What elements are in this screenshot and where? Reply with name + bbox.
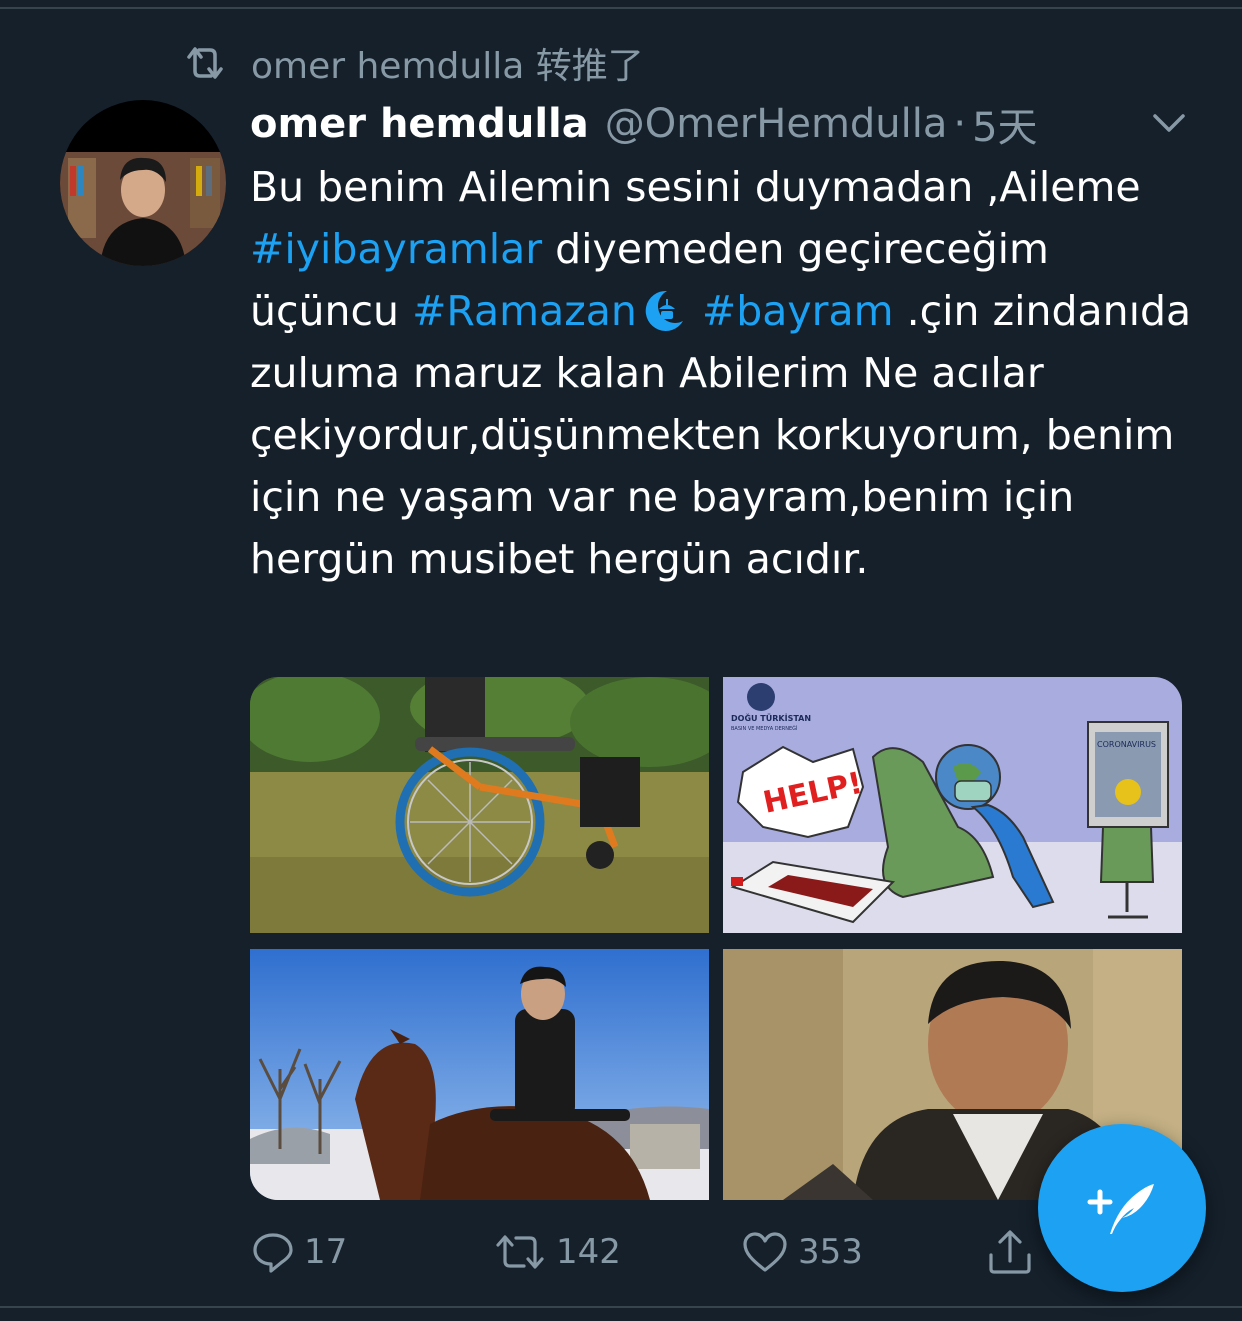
- crescent-mosque-icon: [645, 290, 683, 331]
- media-photo-wheelchair[interactable]: [250, 677, 709, 933]
- cartoon-tv-text: CORONAVIRUS: [1097, 740, 1156, 749]
- reply-button[interactable]: 17: [250, 1222, 347, 1282]
- retweet-icon: [496, 1235, 544, 1269]
- retweet-context-text: omer hemdulla 转推了: [251, 46, 644, 87]
- tweet-header: omer hemdulla @OmerHemdulla · 5天: [250, 94, 1038, 154]
- hashtag-link[interactable]: #Ramazan: [412, 287, 637, 335]
- media-photo-horse-rider[interactable]: [250, 949, 709, 1200]
- reply-count: 17: [304, 1232, 348, 1272]
- header-separator: ·: [953, 101, 967, 147]
- reply-icon: [253, 1233, 293, 1273]
- retweet-button[interactable]: 142: [492, 1222, 621, 1282]
- author-handle[interactable]: @OmerHemdulla: [605, 101, 948, 147]
- compose-tweet-button[interactable]: [1038, 1124, 1206, 1292]
- compose-tweet-icon: [1087, 1184, 1154, 1234]
- tweet-actions: 17 142 353: [250, 1222, 1070, 1282]
- retweet-icon: [187, 47, 223, 79]
- retweet-context[interactable]: omer hemdulla 转推了: [183, 38, 644, 88]
- cartoon-logo-text: DOĞU TÜRKİSTAN: [731, 712, 811, 723]
- tweet-text-part: Bu benim Ailemin sesini duymadan ,Aileme: [250, 163, 1141, 211]
- heart-icon: [743, 1232, 787, 1272]
- bottom-divider: [0, 1306, 1242, 1308]
- like-count: 353: [798, 1232, 863, 1272]
- share-button[interactable]: [986, 1222, 1042, 1282]
- chevron-down-icon[interactable]: [1150, 110, 1188, 136]
- like-button[interactable]: 353: [740, 1222, 863, 1282]
- tweet-text: Bu benim Ailemin sesini duymadan ,Aileme…: [250, 156, 1210, 590]
- tweet-timestamp[interactable]: 5天: [972, 95, 1037, 153]
- author-name[interactable]: omer hemdulla: [250, 101, 589, 147]
- tweet-text-part: [689, 287, 702, 335]
- share-icon: [989, 1230, 1031, 1274]
- avatar[interactable]: [60, 100, 226, 266]
- top-divider: [0, 7, 1242, 9]
- retweet-count: 142: [556, 1232, 621, 1272]
- media-cartoon-coronavirus[interactable]: DOĞU TÜRKİSTAN BASIN VE MEDYA DERNEĞİ HE…: [723, 677, 1182, 933]
- media-grid: DOĞU TÜRKİSTAN BASIN VE MEDYA DERNEĞİ HE…: [250, 677, 1182, 1200]
- hashtag-link[interactable]: #iyibayramlar: [250, 225, 542, 273]
- cartoon-logo-subtext: BASIN VE MEDYA DERNEĞİ: [731, 725, 797, 732]
- hashtag-link[interactable]: #bayram: [702, 287, 894, 335]
